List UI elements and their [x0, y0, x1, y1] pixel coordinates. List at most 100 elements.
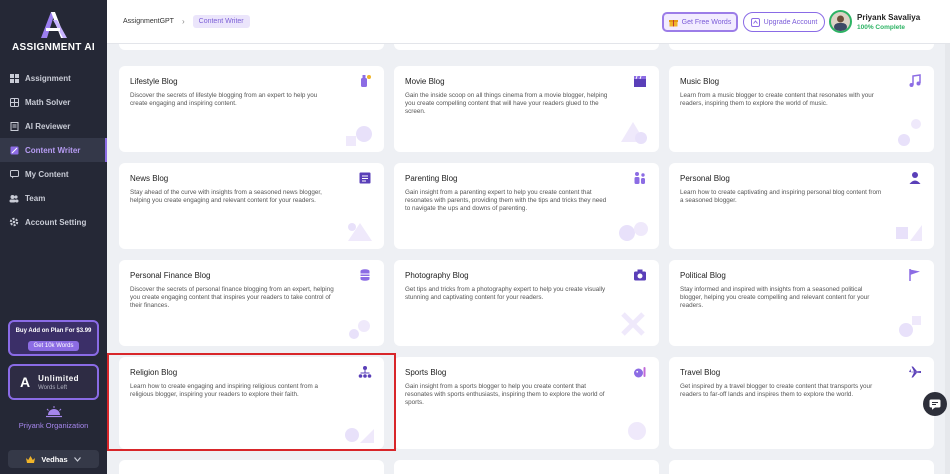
- decorative-shape-icon: [619, 222, 648, 241]
- sidebar-item-assignment[interactable]: Assignment: [0, 66, 107, 90]
- card-title: Parenting Blog: [405, 174, 458, 183]
- card-description: Gain insight from a sports blogger to he…: [405, 383, 605, 406]
- template-card-personal-blog[interactable]: Personal Blog Learn how to create captiv…: [669, 163, 934, 249]
- decorative-shape-icon: [345, 428, 374, 443]
- template-card-news-blog[interactable]: News Blog Stay ahead of the curve with i…: [119, 163, 384, 249]
- plan-status-card: A Unlimited Words Left: [8, 364, 99, 400]
- template-card-travel-blog[interactable]: Travel Blog Get inspired by a travel blo…: [669, 357, 934, 449]
- sidebar-item-team[interactable]: Team: [0, 186, 107, 210]
- card-description: Learn from a music blogger to create con…: [680, 92, 874, 107]
- upgrade-icon: [750, 17, 760, 27]
- logo-text: ASSIGNMENT AI: [12, 42, 95, 53]
- template-card-sports-blog[interactable]: Sports Blog Gain insight from a sports b…: [394, 357, 659, 449]
- breadcrumb-root[interactable]: AssignmentGPT: [123, 18, 174, 25]
- decorative-shape-icon: [346, 126, 372, 146]
- flag-icon: [909, 269, 920, 281]
- card-description: Learn how to create captivating and insp…: [680, 189, 882, 204]
- decorative-shape-icon: [349, 320, 370, 339]
- user-profile[interactable]: Priyank Savaliya 100% Complete: [829, 10, 920, 33]
- gear-icon: [9, 217, 19, 227]
- workspace-name: Vedhas: [41, 454, 68, 464]
- decorative-shape-icon: [896, 225, 922, 241]
- organization[interactable]: Priyank Organization: [0, 406, 107, 430]
- breadcrumb-current: Content Writer: [192, 15, 250, 28]
- document-icon: [9, 121, 19, 131]
- template-card-lifestyle-blog[interactable]: Lifestyle Blog Discover the secrets of l…: [119, 66, 384, 152]
- sidebar-item-label: Team: [25, 193, 46, 203]
- card-partial: [394, 44, 659, 50]
- sidebar-item-label: My Content: [25, 169, 69, 179]
- card-title: Sports Blog: [405, 368, 447, 377]
- camera-icon: [634, 269, 646, 281]
- card-description: Gain insight from a parenting expert to …: [405, 189, 607, 212]
- sidebar-item-label: Math Solver: [25, 97, 71, 107]
- chat-support-button[interactable]: [923, 392, 947, 416]
- template-card-personal-finance-blog[interactable]: Personal Finance Blog Discover the secre…: [119, 260, 384, 346]
- music-note-icon: [909, 74, 921, 87]
- family-icon: [634, 172, 645, 184]
- workspace-selector[interactable]: Vedhas: [8, 450, 99, 468]
- organization-name: Priyank Organization: [18, 421, 89, 430]
- chevron-right-icon: ›: [181, 17, 185, 26]
- chevron-down-icon: [73, 456, 81, 462]
- sidebar-item-my-content[interactable]: My Content: [0, 162, 107, 186]
- chat-icon: [9, 169, 19, 179]
- calculator-icon: [9, 97, 19, 107]
- template-card-political-blog[interactable]: Political Blog Stay informed and inspire…: [669, 260, 934, 346]
- card-title: Religion Blog: [130, 368, 178, 377]
- upgrade-account-label: Upgrade Account: [763, 18, 818, 26]
- decorative-shape-icon: [348, 223, 372, 241]
- clapperboard-icon: [634, 75, 646, 87]
- card-title: Music Blog: [680, 77, 720, 86]
- coins-icon: [360, 269, 370, 281]
- page-scrollbar[interactable]: [945, 44, 950, 474]
- sports-ball-icon: [634, 367, 646, 378]
- card-partial: [119, 460, 384, 474]
- plan-title: Unlimited: [38, 373, 80, 383]
- hierarchy-icon: [358, 366, 372, 378]
- template-card-religion-blog[interactable]: Religion Blog Learn how to create engagi…: [119, 357, 384, 449]
- breadcrumb: AssignmentGPT › Content Writer: [123, 15, 250, 28]
- card-title: Lifestyle Blog: [130, 77, 178, 86]
- sidebar-nav: Assignment Math Solver AI Reviewer Conte…: [0, 66, 107, 234]
- grid-icon: [9, 73, 19, 83]
- template-card-photography-blog[interactable]: Photography Blog Get tips and tricks fro…: [394, 260, 659, 346]
- template-card-parenting-blog[interactable]: Parenting Blog Gain insight from a paren…: [394, 163, 659, 249]
- card-title: News Blog: [130, 174, 169, 183]
- get-words-button[interactable]: Get 10k Words: [27, 341, 80, 351]
- decorative-shape-icon: [621, 122, 647, 144]
- card-description: Stay ahead of the curve with insights fr…: [130, 189, 322, 204]
- gift-icon: [668, 19, 678, 26]
- decorative-shape-icon: [621, 312, 645, 336]
- profile-progress: 100% Complete: [857, 23, 906, 31]
- card-title: Personal Finance Blog: [130, 271, 211, 280]
- sidebar-item-content-writer[interactable]: Content Writer: [0, 138, 107, 162]
- sidebar-item-account-setting[interactable]: Account Setting: [0, 210, 107, 234]
- template-card-music-blog[interactable]: Music Blog Learn from a music blogger to…: [669, 66, 934, 152]
- card-title: Travel Blog: [680, 368, 721, 377]
- card-description: Stay informed and inspired with insights…: [680, 286, 870, 309]
- addon-promo-banner[interactable]: Buy Add on Plan For $3.99 Get 10k Words: [8, 320, 99, 356]
- promo-title: Buy Add on Plan For $3.99: [15, 328, 92, 334]
- app-logo[interactable]: ASSIGNMENT AI: [0, 10, 107, 53]
- upgrade-account-button[interactable]: Upgrade Account: [743, 12, 825, 32]
- card-partial: [669, 460, 934, 474]
- card-title: Political Blog: [680, 271, 726, 280]
- logo-icon: [37, 10, 71, 40]
- sidebar-item-math-solver[interactable]: Math Solver: [0, 90, 107, 114]
- sidebar: ASSIGNMENT AI Assignment Math Solver AI …: [0, 0, 107, 474]
- pen-icon: [9, 145, 19, 155]
- get-free-words-button[interactable]: Get Free Words: [662, 12, 738, 32]
- card-partial: [669, 44, 934, 50]
- person-icon: [909, 172, 921, 184]
- bottle-icon: [361, 75, 371, 87]
- sidebar-item-label: Content Writer: [25, 145, 81, 155]
- sidebar-item-ai-reviewer[interactable]: AI Reviewer: [0, 114, 107, 138]
- sidebar-item-label: Account Setting: [25, 217, 87, 227]
- card-description: Gain the inside scoop on all things cine…: [405, 92, 608, 115]
- card-description: Get tips and tricks from a photography e…: [405, 286, 606, 301]
- crown-icon: [26, 455, 36, 463]
- card-title: Personal Blog: [680, 174, 730, 183]
- team-icon: [9, 193, 19, 203]
- template-card-movie-blog[interactable]: Movie Blog Gain the inside scoop on all …: [394, 66, 659, 152]
